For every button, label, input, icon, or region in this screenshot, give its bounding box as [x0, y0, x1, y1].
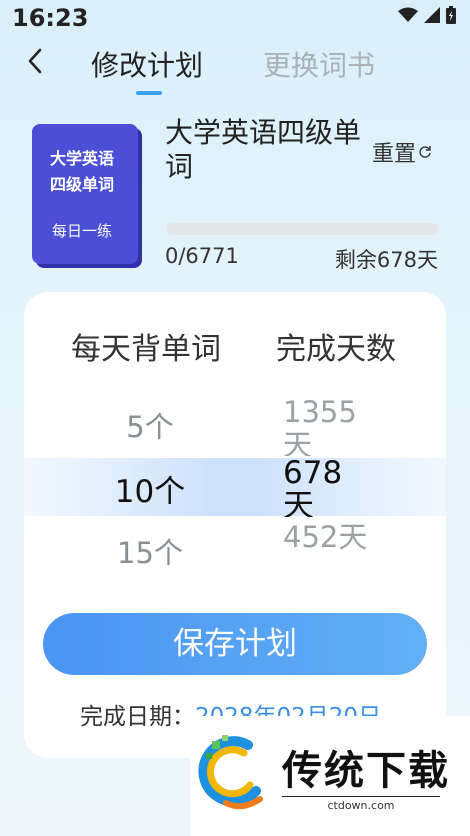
picker-selection-highlight	[24, 458, 446, 516]
book-title: 大学英语四级单词	[165, 116, 362, 183]
tab-edit-plan[interactable]: 修改计划	[91, 44, 203, 84]
status-time: 16:23	[12, 4, 89, 32]
reset-button[interactable]: 重置	[372, 136, 432, 168]
watermark-url: ctdown.com	[282, 796, 440, 812]
progress-count: 0/6771	[165, 244, 239, 268]
progress-bar	[166, 223, 438, 235]
battery-icon	[446, 6, 456, 24]
words-option[interactable]: 5个	[90, 404, 210, 446]
back-button[interactable]	[20, 48, 50, 78]
completion-days-header: 完成天数	[276, 332, 396, 367]
cover-title-line2: 四级单词	[49, 175, 114, 194]
words-option-selected[interactable]: 10个	[90, 466, 210, 511]
cover-title-line1: 大学英语	[49, 149, 114, 168]
cover-subtitle: 每日一练	[51, 222, 112, 240]
reset-label: 重置	[372, 142, 417, 167]
words-per-day-header: 每天背单词	[71, 332, 221, 367]
book-cover: 大学英语 四级单词 每日一练	[32, 124, 138, 264]
words-option[interactable]: 15个	[90, 530, 210, 572]
wifi-icon	[398, 7, 418, 23]
watermark-logo-icon	[198, 733, 270, 817]
signal-icon	[424, 7, 440, 23]
status-icons	[398, 6, 456, 24]
status-bar: 16:23	[0, 0, 470, 40]
tab-change-book[interactable]: 更换词书	[263, 44, 375, 84]
chevron-left-icon	[27, 48, 43, 78]
remaining-days: 剩余678天	[334, 248, 438, 272]
finish-date-label: 完成日期：	[80, 704, 195, 730]
days-option-selected[interactable]: 678天	[283, 457, 373, 517]
save-plan-button[interactable]: 保存计划	[43, 613, 427, 675]
watermark-brand: 传统下载	[282, 748, 450, 794]
days-option[interactable]: 452天	[283, 521, 373, 581]
refresh-icon	[418, 140, 432, 165]
days-option[interactable]: 1355天	[283, 396, 373, 456]
tab-active-indicator	[136, 91, 162, 95]
cover-title: 大学英语 四级单词	[32, 146, 132, 198]
